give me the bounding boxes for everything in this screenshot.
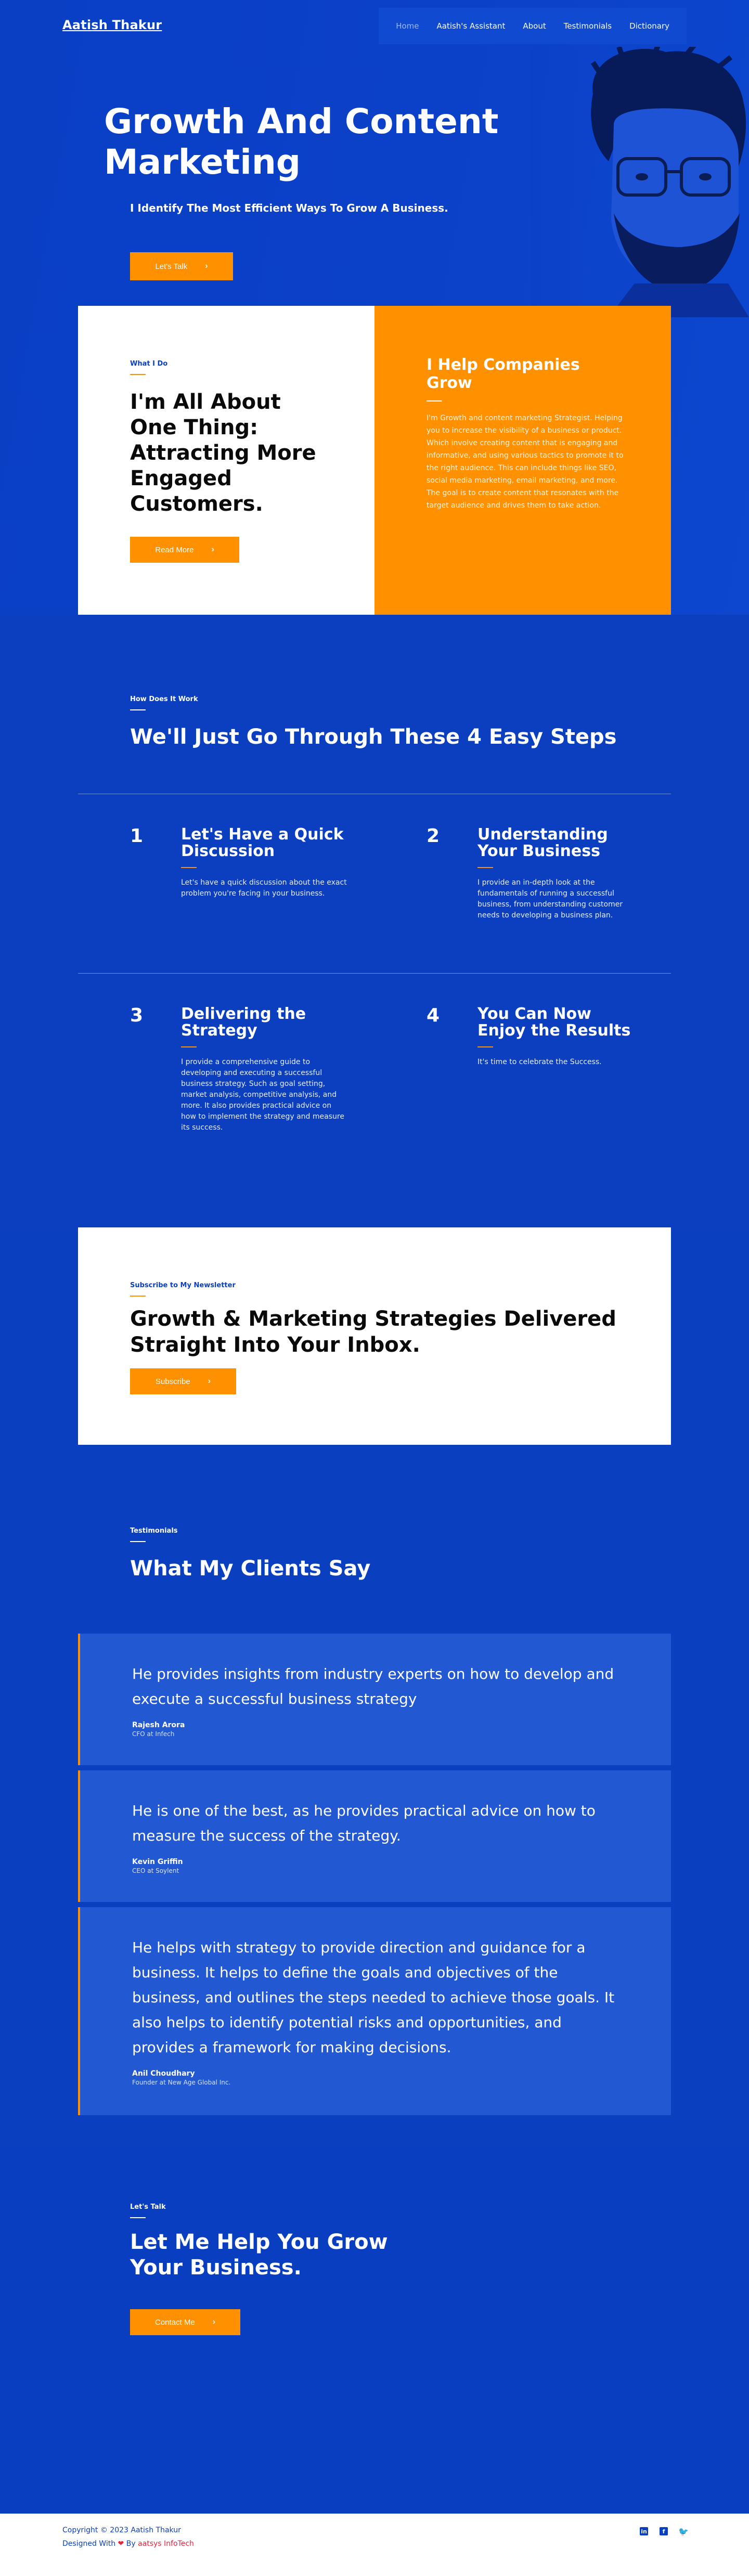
help-companies-panel: I Help Companies Grow I'm Growth and con… [374,306,671,615]
hero-title: Growth And Content Marketing [104,101,499,182]
step-text: I provide a comprehensive guide to devel… [181,1058,344,1132]
help-divider [427,400,442,402]
step-body: Understanding Your Business I provide an… [477,826,644,921]
step-number: 2 [427,825,440,847]
talk-title: Let Me Help You Grow Your Business. [130,2230,388,2280]
subscribe-label: Subscribe [155,1377,190,1386]
step-divider [477,1046,493,1047]
chevron-right-icon: › [208,1377,211,1386]
steps-eyebrow: How Does It Work [130,695,198,703]
testimonial-role: CFO at Infech [132,1730,175,1738]
testimonial-card: He provides insights from industry exper… [78,1634,671,1765]
brand-logo-link[interactable]: Aatish Thakur [62,18,162,32]
steps-title: We'll Just Go Through These 4 Easy Steps [130,725,617,749]
step-title: You Can Now Enjoy the Results [477,1005,631,1040]
nav-about[interactable]: About [514,8,554,44]
newsletter-section: Subscribe to My Newsletter Growth & Mark… [0,1227,749,1445]
lets-talk-button[interactable]: Let's Talk › [130,252,233,280]
hero-subtitle: I Identify The Most Efficient Ways To Gr… [130,202,448,214]
step-divider [477,867,493,868]
eyebrow-divider [130,1296,146,1297]
eyebrow-divider [130,374,146,375]
testimonial-role: Founder at New Age Global Inc. [132,2079,231,2086]
step-number: 4 [427,1005,440,1026]
nav-testimonials[interactable]: Testimonials [555,8,621,44]
portrait-illustration [531,47,749,317]
newsletter-card: Subscribe to My Newsletter Growth & Mark… [78,1227,671,1445]
hero-portrait [531,47,749,317]
step-title: Understanding Your Business [477,825,608,860]
twitter-icon[interactable]: 🐦 [678,2527,689,2536]
testimonial-author: Rajesh Arora [132,1721,185,1729]
step-text: Let's have a quick discussion about the … [181,878,347,898]
facebook-icon[interactable]: f [660,2527,668,2535]
eyebrow-divider [130,2217,146,2218]
designer-link[interactable]: aatsys InfoTech [138,2540,194,2548]
testimonials-eyebrow: Testimonials [130,1527,178,1535]
step-text: I provide an in-depth look at the fundam… [477,878,623,920]
talk-eyebrow: Let's Talk [130,2203,166,2211]
step-number: 1 [130,825,144,847]
step-divider [181,867,197,868]
hero-section: Aatish Thakur Home Aatish's Assistant Ab… [0,0,749,615]
what-eyebrow: What I Do [130,360,168,368]
lets-talk-section: Let's Talk Let Me Help You Grow Your Bus… [0,2147,749,2514]
nav-assistant[interactable]: Aatish's Assistant [428,8,514,44]
what-title: I'm All About One Thing: Attracting More… [130,390,316,516]
testimonials-title: What My Clients Say [130,1557,371,1581]
testimonial-card: He helps with strategy to provide direct… [78,1907,671,2115]
designed-prefix: Designed With [62,2540,116,2548]
testimonial-quote: He provides insights from industry exper… [132,1665,614,1707]
testimonial-quote: He helps with strategy to provide direct… [132,1939,615,2056]
chevron-right-icon: › [212,2318,216,2326]
step-body: You Can Now Enjoy the Results It's time … [477,1006,644,1068]
steps-divider-middle [78,973,671,974]
testimonials-header: Testimonials What My Clients Say [130,1527,370,1581]
step-title: Let's Have a Quick Discussion [181,825,344,860]
newsletter-eyebrow: Subscribe to My Newsletter [130,1281,236,1289]
nav-home[interactable]: Home [387,8,428,44]
testimonial-role: CEO at Soylent [132,1867,179,1874]
steps-header: How Does It Work We'll Just Go Through T… [130,695,617,749]
what-i-do-panel: What I Do I'm All About One Thing: Attra… [78,306,374,615]
help-title: I Help Companies Grow [427,356,580,392]
testimonial-card: He is one of the best, as he provides pr… [78,1770,671,1902]
newsletter-title: Growth & Marketing Strategies Delivered … [130,1307,616,1357]
chevron-right-icon: › [205,262,208,270]
page: Aatish Thakur Home Aatish's Assistant Ab… [0,0,749,2576]
step-title: Delivering the Strategy [181,1005,306,1040]
nav-menu: Home Aatish's Assistant About Testimonia… [379,8,687,44]
top-nav: Aatish Thakur Home Aatish's Assistant Ab… [0,0,749,52]
designed-by: Designed With ❤ By aatsys InfoTech [62,2540,194,2548]
lets-talk-header: Let's Talk Let Me Help You Grow Your Bus… [130,2203,442,2335]
step-divider [181,1046,197,1047]
step-number: 3 [130,1005,144,1026]
eyebrow-divider [130,1541,146,1542]
heart-icon: ❤ [118,2540,124,2548]
step-body: Let's Have a Quick Discussion Let's have… [181,826,347,899]
testimonials-section: Testimonials What My Clients Say He prov… [0,1445,749,2147]
read-more-button[interactable]: Read More › [130,537,239,563]
linkedin-icon[interactable]: in [640,2527,648,2535]
contact-me-button[interactable]: Contact Me › [130,2309,240,2335]
steps-section: How Does It Work We'll Just Go Through T… [0,615,749,1227]
chevron-right-icon: › [211,545,214,554]
nav-dictionary[interactable]: Dictionary [621,8,678,44]
contact-me-label: Contact Me [154,2318,195,2327]
designed-by-text: By [126,2540,136,2548]
step-body: Delivering the Strategy I provide a comp… [181,1006,347,1133]
copyright-text: Copyright © 2023 Aatish Thakur [62,2526,181,2534]
eyebrow-divider [130,709,146,710]
footer: Copyright © 2023 Aatish Thakur Designed … [0,2514,749,2576]
lets-talk-label: Let's Talk [155,262,188,271]
testimonial-author: Anil Choudhary [132,2069,195,2078]
step-text: It's time to celebrate the Success. [477,1058,602,1066]
read-more-label: Read More [155,545,194,554]
testimonial-quote: He is one of the best, as he provides pr… [132,1802,596,1844]
subscribe-button[interactable]: Subscribe › [130,1368,236,1394]
testimonial-author: Kevin Griffin [132,1858,183,1866]
what-i-do-band: What I Do I'm All About One Thing: Attra… [78,306,671,615]
social-links: in f 🐦 [640,2527,689,2536]
help-text: I'm Growth and content marketing Strateg… [427,414,624,510]
